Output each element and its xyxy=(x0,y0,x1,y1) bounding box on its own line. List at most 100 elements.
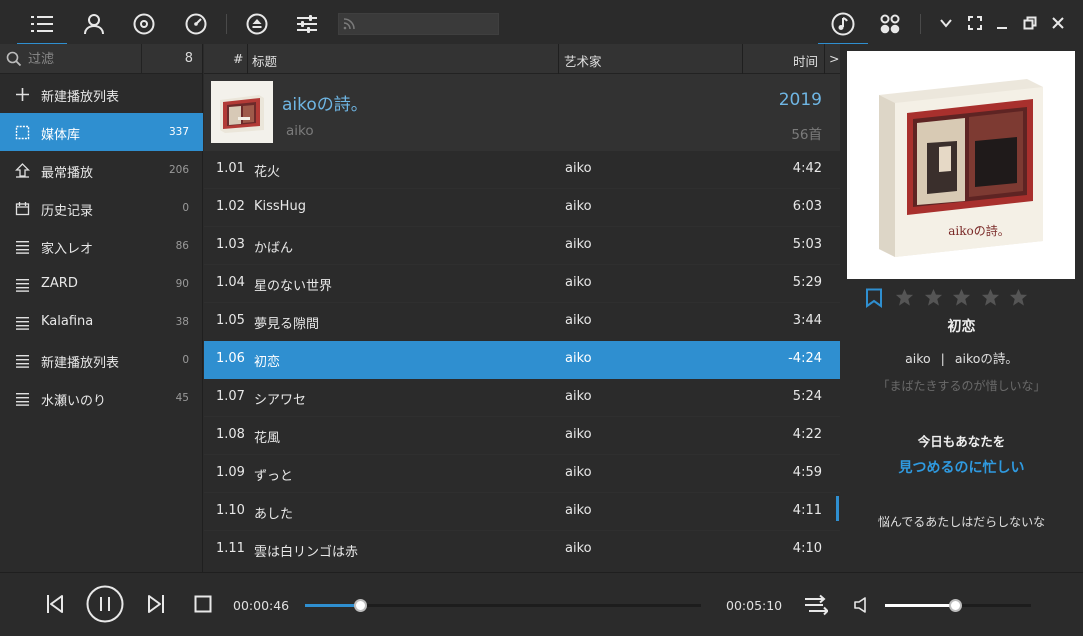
lyric-line: 「まばたきするのが惜しいな」 xyxy=(877,379,1046,393)
track-artist: aiko xyxy=(565,199,592,214)
search-icon xyxy=(6,51,22,67)
sidebar-item-playlist-new[interactable]: 新建播放列表 0 xyxy=(0,341,203,379)
track-number: 1.01 xyxy=(216,161,245,176)
rating-star-3[interactable] xyxy=(952,288,971,307)
playlist-icon xyxy=(16,393,29,406)
rating-star-5[interactable] xyxy=(1009,288,1028,307)
close-button[interactable] xyxy=(1047,12,1069,34)
tab-statistics[interactable] xyxy=(170,6,222,42)
seek-bar-fill xyxy=(305,604,361,607)
sidebar-item-count: 90 xyxy=(175,278,189,290)
table-row[interactable]: 1.05 夢見る隙間 aiko 3:44 xyxy=(204,303,840,341)
seek-handle[interactable] xyxy=(354,599,368,612)
sidebar-item-label: 最常播放 xyxy=(41,166,94,181)
table-row[interactable]: 1.08 花風 aiko 4:22 xyxy=(204,417,840,455)
disc-icon xyxy=(133,13,155,35)
playback-order-button[interactable] xyxy=(802,591,830,619)
playlist-icon xyxy=(16,279,29,292)
track-artist: aiko xyxy=(565,237,592,252)
top-toolbar xyxy=(0,0,1083,46)
list-icon xyxy=(31,16,53,32)
column-more-button[interactable]: > xyxy=(829,51,839,66)
rating-star-1[interactable] xyxy=(895,288,914,307)
album-year: 2019 xyxy=(778,90,822,110)
album-thumbnail xyxy=(211,81,273,143)
playlist-icon xyxy=(16,241,29,254)
library-icon xyxy=(15,125,30,140)
stop-button[interactable] xyxy=(190,591,216,617)
column-header-time[interactable]: 时间 xyxy=(793,51,818,70)
sidebar-item-label: ZARD xyxy=(41,276,78,291)
sidebar-item-most-played[interactable]: 最常播放 206 xyxy=(0,151,203,189)
sidebar-item-library[interactable]: 媒体库 337 xyxy=(0,113,203,151)
rating-star-4[interactable] xyxy=(981,288,1000,307)
sidebar-item-playlist-zard[interactable]: ZARD 90 xyxy=(0,265,203,303)
scrollbar-thumb[interactable] xyxy=(836,496,839,521)
filter-input[interactable] xyxy=(28,50,128,68)
volume-slider[interactable] xyxy=(885,599,1031,612)
track-list: # 标题 艺术家 时间 > aikoの詩。 aiko 2019 56首 1.01 xyxy=(204,44,840,572)
now-playing-artist[interactable]: aiko xyxy=(905,351,931,366)
table-row[interactable]: 1.03 かばん aiko 5:03 xyxy=(204,227,840,265)
track-artist: aiko xyxy=(565,275,592,290)
table-row[interactable]: 1.01 花火 aiko 4:42 xyxy=(204,151,840,189)
table-row[interactable]: 1.04 星のない世界 aiko 5:29 xyxy=(204,265,840,303)
bookmark-icon[interactable] xyxy=(865,288,883,308)
table-row[interactable]: 1.02 KissHug aiko 6:03 xyxy=(204,189,840,227)
chevron-down-icon xyxy=(940,19,952,28)
track-list-header: # 标题 艺术家 时间 > xyxy=(204,44,840,74)
lyric-line: 悩んでるあたしはだらしないな xyxy=(877,515,1046,529)
album-artist: aiko xyxy=(286,123,314,139)
now-playing-album[interactable]: aikoの詩。 xyxy=(955,351,1018,366)
meta-separator: | xyxy=(940,351,945,366)
track-number: 1.05 xyxy=(216,313,245,328)
pause-button[interactable] xyxy=(86,585,124,623)
tab-now-playing[interactable] xyxy=(817,6,869,46)
track-artist: aiko xyxy=(565,503,592,518)
previous-button[interactable] xyxy=(42,591,68,617)
seek-bar[interactable] xyxy=(305,599,701,612)
eject-icon xyxy=(246,13,268,35)
dropdown-button[interactable] xyxy=(935,12,957,34)
table-row[interactable]: 1.10 あした aiko 4:11 xyxy=(204,493,840,531)
sidebar-item-label: 媒体库 xyxy=(41,128,81,143)
album-group-header[interactable]: aikoの詩。 aiko 2019 56首 xyxy=(204,74,840,151)
minimize-button[interactable] xyxy=(991,12,1013,34)
sidebar-item-playlist-minase-inori[interactable]: 水瀬いのり 45 xyxy=(0,379,203,417)
search-box[interactable] xyxy=(338,13,499,35)
track-duration: 5:29 xyxy=(792,275,822,290)
track-number: 1.11 xyxy=(216,541,245,556)
tab-artists[interactable] xyxy=(68,6,120,42)
mute-button[interactable] xyxy=(850,593,874,617)
volume-handle[interactable] xyxy=(949,599,963,612)
sidebar-item-history[interactable]: 历史记录 0 xyxy=(0,189,203,227)
eject-button[interactable] xyxy=(231,6,283,42)
column-header-number[interactable]: # xyxy=(233,51,243,66)
pause-icon xyxy=(86,585,124,623)
fullscreen-button[interactable] xyxy=(964,12,986,34)
table-row[interactable]: 1.09 ずっと aiko 4:59 xyxy=(204,455,840,493)
sidebar-item-playlist-ieiri-leo[interactable]: 家入レオ 86 xyxy=(0,227,203,265)
album-cover: aikoの詩。 xyxy=(847,51,1075,279)
table-row-selected[interactable]: 1.06 初恋 aiko -4:24 xyxy=(204,341,840,379)
track-duration: 4:10 xyxy=(792,541,822,556)
sidebar-item-new-playlist[interactable]: 新建播放列表 xyxy=(0,75,203,113)
table-row[interactable]: 1.11 雲は白リンゴは赤 aiko 4:10 xyxy=(204,531,840,569)
track-number: 1.07 xyxy=(216,389,245,404)
tab-albums[interactable] xyxy=(118,6,170,42)
next-button[interactable] xyxy=(143,591,169,617)
volume-fill xyxy=(885,604,956,607)
table-row[interactable]: 1.07 シアワセ aiko 5:24 xyxy=(204,379,840,417)
track-duration: 6:03 xyxy=(792,199,822,214)
column-header-artist[interactable]: 艺术家 xyxy=(564,51,602,70)
sidebar-item-playlist-kalafina[interactable]: Kalafina 38 xyxy=(0,303,203,341)
equalizer-button[interactable] xyxy=(281,6,333,42)
track-artist: aiko xyxy=(565,427,592,442)
column-header-title[interactable]: 标题 xyxy=(252,51,277,70)
restore-button[interactable] xyxy=(1019,12,1041,34)
tab-playlist[interactable] xyxy=(16,6,68,46)
rating-star-2[interactable] xyxy=(924,288,943,307)
arrow-up-icon xyxy=(15,163,30,178)
tab-widgets[interactable] xyxy=(864,6,916,42)
album-title: aikoの詩。 xyxy=(282,95,368,115)
